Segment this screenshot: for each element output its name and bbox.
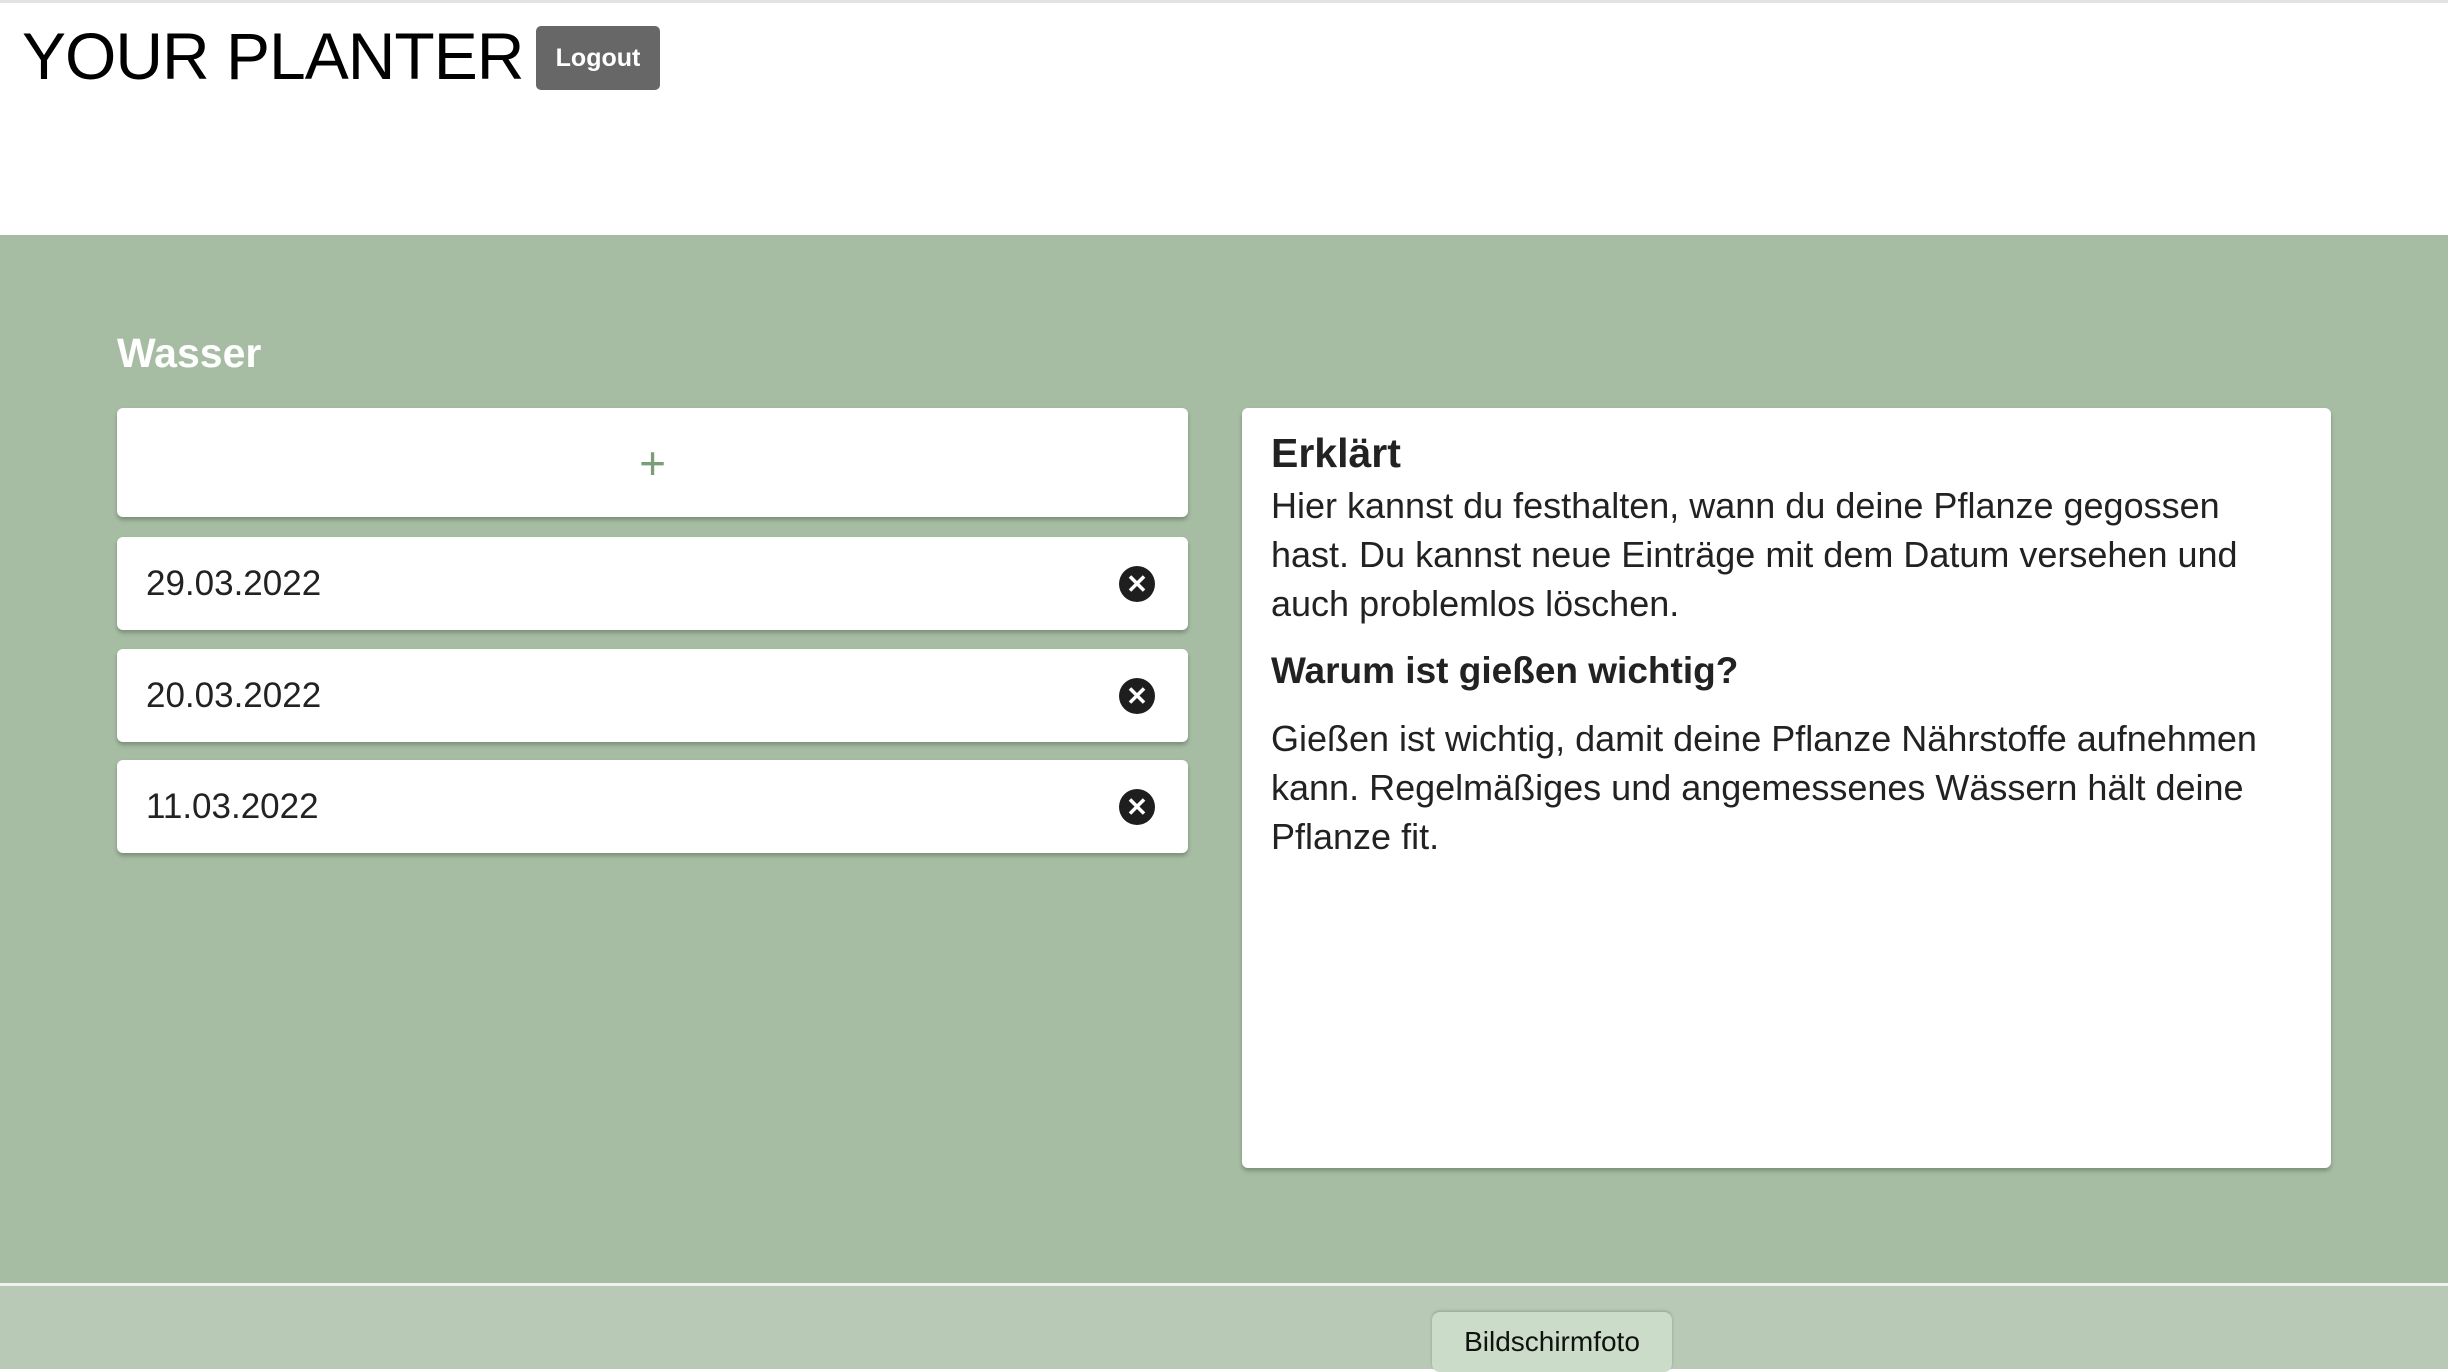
list-item: 29.03.2022 ✕ [117,537,1188,630]
entry-date: 20.03.2022 [146,675,322,715]
info-subheading: Warum ist gießen wichtig? [1271,650,1739,691]
info-body: Gießen ist wichtig, damit deine Pflanze … [1271,718,2257,857]
info-intro: Hier kannst du festhalten, wann du deine… [1271,485,2238,624]
top-border [0,0,2448,3]
logout-button[interactable]: Logout [536,26,660,90]
entry-date: 29.03.2022 [146,563,322,603]
list-item: 20.03.2022 ✕ [117,649,1188,742]
delete-icon[interactable]: ✕ [1119,677,1155,714]
list-item: 11.03.2022 ✕ [117,760,1188,853]
plus-icon: + [639,436,666,489]
add-entry-button[interactable]: + [117,408,1188,517]
entry-date: 11.03.2022 [146,786,319,826]
info-card: Erklärt Hier kannst du festhalten, wann … [1242,408,2331,1168]
bottom-bar [0,1283,2448,1369]
app-title: YOUR PLANTER [22,19,524,93]
delete-icon[interactable]: ✕ [1119,565,1155,602]
screenshot-button[interactable]: Bildschirmfoto [1432,1312,1672,1372]
info-heading: Erklärt [1271,430,1401,476]
section-title: Wasser [117,330,262,376]
delete-icon[interactable]: ✕ [1119,788,1155,825]
